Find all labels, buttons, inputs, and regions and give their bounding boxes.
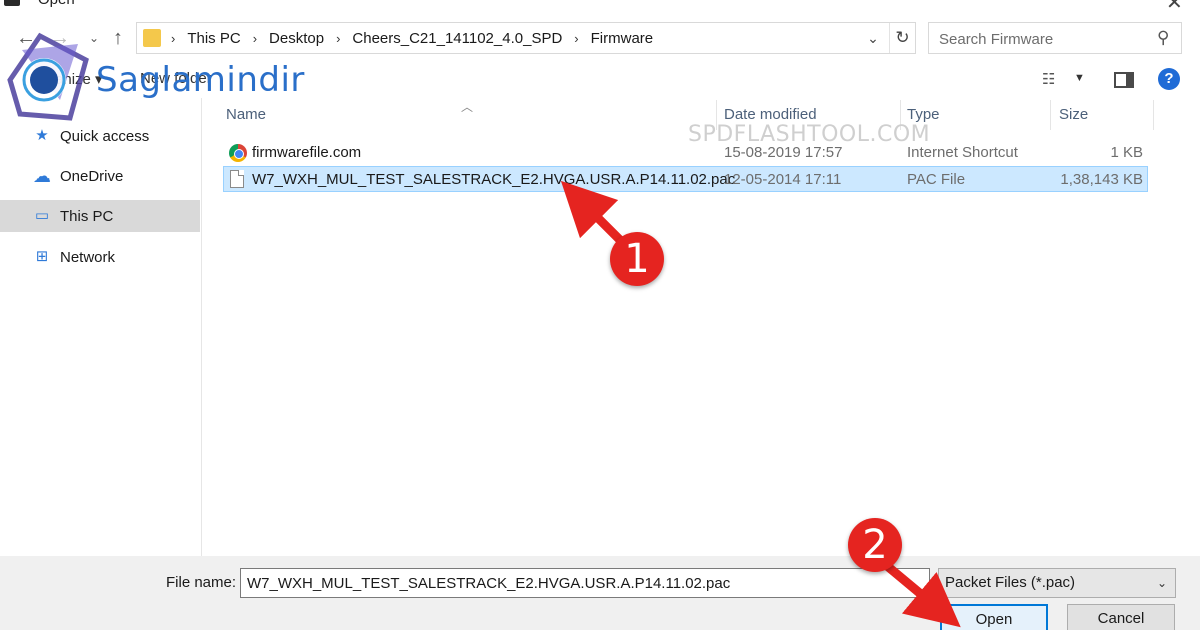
address-bar[interactable]: › This PC › Desktop › Cheers_C21_141102_… xyxy=(136,22,916,54)
breadcrumb-firmware[interactable]: Firmware xyxy=(591,30,654,47)
sidebar-item-onedrive[interactable]: ☁ OneDrive xyxy=(0,160,200,192)
refresh-icon[interactable]: ↻ xyxy=(889,23,915,53)
close-icon[interactable]: ✕ xyxy=(1166,0,1183,15)
file-list: ︿ Name Date modified Type Size firmwaref… xyxy=(203,98,1200,556)
search-icon: ⚲ xyxy=(1157,28,1170,47)
forward-arrow-icon[interactable]: → xyxy=(48,26,72,50)
navigation-pane: ★ Quick access ☁ OneDrive ▭ This PC ⊞ Ne… xyxy=(0,98,202,556)
step-1-badge: 1 xyxy=(610,232,664,286)
preview-pane-icon[interactable] xyxy=(1114,72,1134,88)
file-name: W7_WXH_MUL_TEST_SALESTRACK_E2.HVGA.USR.A… xyxy=(252,171,736,188)
sidebar-item-label: Quick access xyxy=(60,127,150,145)
app-icon xyxy=(4,0,20,6)
address-dropdown-icon[interactable]: ⌄ xyxy=(861,23,885,53)
window-title: Open xyxy=(38,0,75,8)
organize-button[interactable]: Organize ▾ xyxy=(30,70,103,88)
folder-icon xyxy=(143,29,161,47)
sidebar-item-label: This PC xyxy=(60,207,114,225)
up-arrow-icon[interactable]: ↑ xyxy=(106,26,130,50)
table-row-selected[interactable]: W7_WXH_MUL_TEST_SALESTRACK_E2.HVGA.USR.A… xyxy=(223,166,1148,192)
breadcrumb-this-pc[interactable]: This PC xyxy=(187,30,240,47)
navigation-bar: ← → ⌄ ↑ › This PC › Desktop › Cheers_C21… xyxy=(0,18,1200,60)
search-box[interactable]: ⚲ xyxy=(928,22,1182,54)
file-name-label: File name: xyxy=(166,574,237,591)
step-2-badge: 2 xyxy=(848,518,902,572)
back-arrow-icon[interactable]: ← xyxy=(14,26,38,50)
breadcrumb: › This PC › Desktop › Cheers_C21_141102_… xyxy=(171,29,654,47)
column-header-type[interactable]: Type xyxy=(907,106,940,132)
file-name: firmwarefile.com xyxy=(252,144,362,161)
new-folder-button[interactable]: New folder xyxy=(140,70,212,87)
network-icon: ⊞ xyxy=(35,248,49,265)
chrome-icon xyxy=(229,144,247,162)
column-header-date-modified[interactable]: Date modified xyxy=(724,106,817,132)
breadcrumb-desktop[interactable]: Desktop xyxy=(269,30,324,47)
file-name-field[interactable] xyxy=(240,568,930,598)
breadcrumb-cheers-folder[interactable]: Cheers_C21_141102_4.0_SPD xyxy=(352,30,562,47)
command-bar: Organize ▾ New folder ☷ ▼ ? xyxy=(0,62,1200,98)
view-options-icon[interactable]: ☷ xyxy=(1042,70,1055,88)
view-options-dropdown-icon[interactable]: ▼ xyxy=(1074,72,1085,84)
column-header-size[interactable]: Size xyxy=(1059,106,1088,132)
file-type: PAC File xyxy=(907,171,966,188)
search-input[interactable] xyxy=(939,29,1149,49)
file-type: Internet Shortcut xyxy=(907,144,1018,161)
pac-file-icon xyxy=(230,170,244,188)
chevron-down-icon: ⌄ xyxy=(1156,576,1167,590)
table-row[interactable]: firmwarefile.com 15-08-2019 17:57 Intern… xyxy=(223,140,1148,166)
sidebar-item-quick-access[interactable]: ★ Quick access xyxy=(0,120,200,152)
cancel-button[interactable]: Cancel xyxy=(1067,604,1175,630)
file-size: 1,38,143 KB xyxy=(1060,171,1143,188)
file-date: 15-08-2019 17:57 xyxy=(724,144,843,161)
sort-ascending-icon: ︿ xyxy=(461,100,474,114)
sidebar-item-this-pc[interactable]: ▭ This PC xyxy=(0,200,200,232)
star-icon: ★ xyxy=(35,127,49,144)
monitor-icon: ▭ xyxy=(34,207,50,224)
help-icon[interactable]: ? xyxy=(1158,68,1180,90)
sidebar-item-label: Network xyxy=(60,248,116,266)
column-header-name[interactable]: Name xyxy=(226,106,266,132)
title-bar: Open ✕ xyxy=(0,0,1200,14)
file-name-bar: File name: Packet Files (*.pac) ⌄ Open C… xyxy=(0,556,1200,630)
file-size: 1 KB xyxy=(1110,144,1143,161)
recent-locations-chevron-icon[interactable]: ⌄ xyxy=(82,26,106,50)
sidebar-item-network[interactable]: ⊞ Network xyxy=(0,241,200,273)
cloud-icon: ☁ xyxy=(33,166,51,186)
open-button[interactable]: Open xyxy=(940,604,1048,630)
file-type-value: Packet Files (*.pac) xyxy=(945,574,1076,591)
sidebar-item-label: OneDrive xyxy=(60,167,124,185)
file-date: 12-05-2014 17:11 xyxy=(724,171,842,188)
file-type-select[interactable]: Packet Files (*.pac) ⌄ xyxy=(938,568,1176,598)
